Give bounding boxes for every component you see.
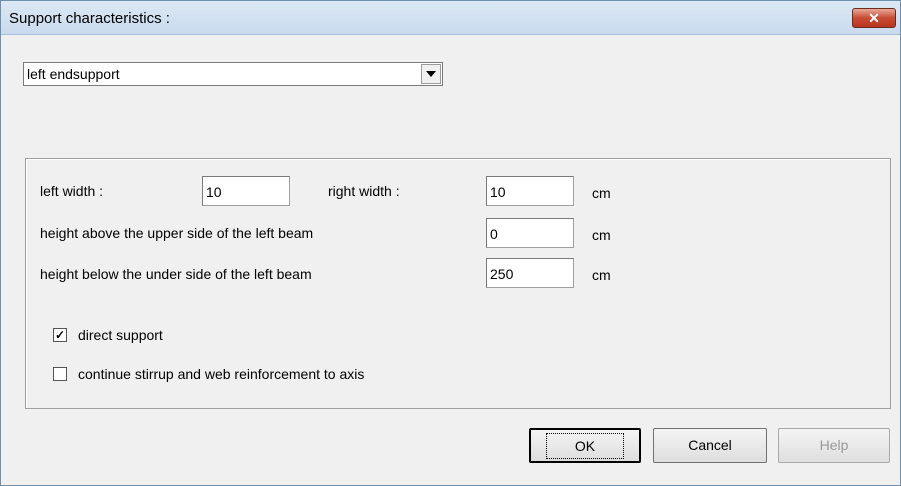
support-dimensions-group: left width : right width : cm height abo… <box>25 158 891 409</box>
left-width-label: left width : <box>40 183 104 199</box>
height-below-label: height below the under side of the left … <box>40 266 312 282</box>
direct-support-label: direct support <box>78 327 163 343</box>
direct-support-checkbox[interactable]: ✓ <box>53 328 67 342</box>
height-above-label: height above the upper side of the left … <box>40 225 314 241</box>
ok-button[interactable]: OK <box>529 428 641 463</box>
ok-button-label: OK <box>545 433 625 459</box>
left-width-input[interactable] <box>202 176 290 206</box>
chevron-down-icon <box>426 71 436 77</box>
cancel-button-label: Cancel <box>688 437 732 453</box>
help-button-label: Help <box>819 437 849 453</box>
support-characteristics-dialog: Support characteristics : ✕ left endsupp… <box>0 0 901 486</box>
height-above-unit: cm <box>592 227 611 243</box>
height-below-unit: cm <box>592 267 611 283</box>
close-icon: ✕ <box>868 10 880 26</box>
dialog-title: Support characteristics : <box>9 10 170 27</box>
height-below-input[interactable] <box>486 258 574 288</box>
help-button: Help <box>778 428 890 463</box>
continue-stirrup-label: continue stirrup and web reinforcement t… <box>78 366 365 382</box>
right-width-label: right width : <box>328 183 400 199</box>
title-bar: Support characteristics : ✕ <box>1 1 900 35</box>
dropdown-button[interactable] <box>421 64 441 84</box>
support-type-value: left endsupport <box>27 66 120 82</box>
continue-stirrup-checkbox[interactable] <box>53 367 67 381</box>
cancel-button[interactable]: Cancel <box>653 428 767 463</box>
support-type-dropdown[interactable]: left endsupport <box>23 62 443 86</box>
right-width-input[interactable] <box>486 176 574 206</box>
close-button[interactable]: ✕ <box>852 8 896 28</box>
height-above-input[interactable] <box>486 218 574 248</box>
right-width-unit: cm <box>592 185 611 201</box>
